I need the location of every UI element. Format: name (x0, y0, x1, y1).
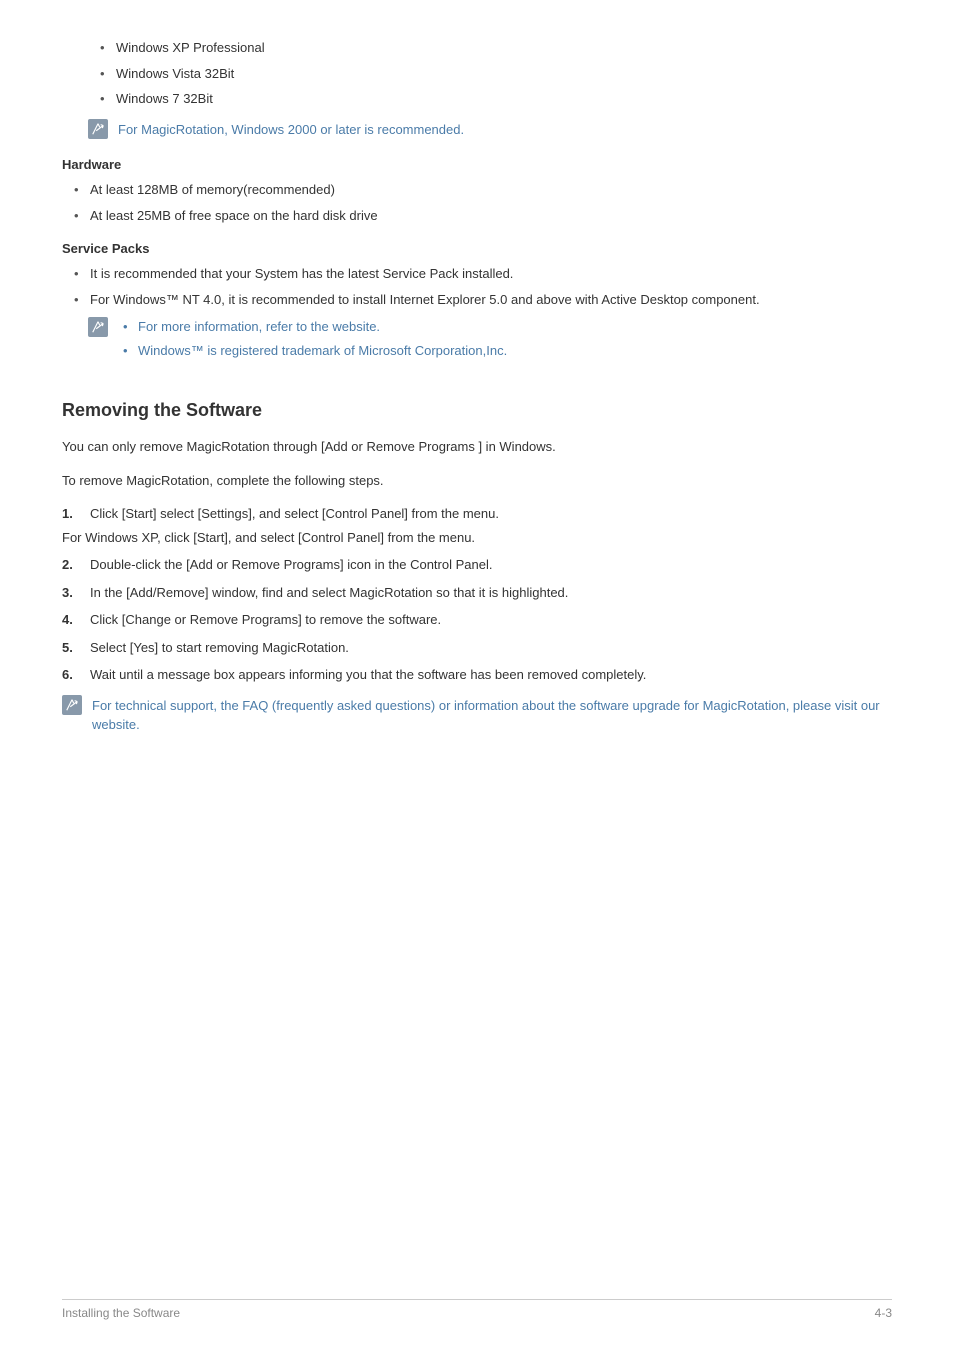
step-number: 1. (62, 504, 82, 524)
list-item: Windows 7 32Bit (62, 89, 892, 109)
step-item: 4. Click [Change or Remove Programs] to … (62, 610, 892, 630)
step-item: 3. In the [Add/Remove] window, find and … (62, 583, 892, 603)
step-text: Wait until a message box appears informi… (90, 667, 646, 682)
step-number: 4. (62, 610, 82, 630)
note-box: For MagicRotation, Windows 2000 or later… (88, 119, 892, 140)
step-number: 6. (62, 665, 82, 685)
removing-heading: Removing the Software (62, 400, 892, 421)
step-number: 5. (62, 638, 82, 658)
service-packs-list: It is recommended that your System has t… (62, 264, 892, 309)
step-item: 2. Double-click the [Add or Remove Progr… (62, 555, 892, 575)
step-text: Select [Yes] to start removing MagicRota… (90, 640, 349, 655)
note-icon (62, 695, 82, 715)
list-item: Windows™ is registered trademark of Micr… (118, 341, 507, 361)
note-bullet-list: For more information, refer to the websi… (118, 317, 507, 364)
footer-left: Installing the Software (62, 1306, 180, 1320)
note-text: For technical support, the FAQ (frequent… (92, 695, 892, 735)
step-text: Double-click the [Add or Remove Programs… (90, 557, 492, 572)
list-item: At least 25MB of free space on the hard … (62, 206, 892, 226)
hardware-heading: Hardware (62, 157, 892, 172)
body-text: You can only remove MagicRotation throug… (62, 437, 892, 457)
note-text: For MagicRotation, Windows 2000 or later… (118, 119, 464, 140)
step-text: Click [Start] select [Settings], and sel… (90, 506, 499, 521)
page-footer: Installing the Software 4-3 (62, 1299, 892, 1320)
step-subtext: For Windows XP, click [Start], and selec… (62, 528, 892, 548)
note-box: For more information, refer to the websi… (88, 317, 892, 364)
list-item: For more information, refer to the websi… (118, 317, 507, 337)
list-item: For Windows™ NT 4.0, it is recommended t… (62, 290, 892, 310)
list-item: At least 128MB of memory(recommended) (62, 180, 892, 200)
step-item: 6. Wait until a message box appears info… (62, 665, 892, 685)
list-item: It is recommended that your System has t… (62, 264, 892, 284)
step-number: 2. (62, 555, 82, 575)
step-item: 5. Select [Yes] to start removing MagicR… (62, 638, 892, 658)
os-list: Windows XP Professional Windows Vista 32… (62, 38, 892, 109)
step-number: 3. (62, 583, 82, 603)
list-item: Windows XP Professional (62, 38, 892, 58)
footer-right: 4-3 (875, 1306, 892, 1320)
note-icon (88, 119, 108, 139)
step-item: 1. Click [Start] select [Settings], and … (62, 504, 892, 524)
list-item: Windows Vista 32Bit (62, 64, 892, 84)
hardware-list: At least 128MB of memory(recommended) At… (62, 180, 892, 225)
step-text: In the [Add/Remove] window, find and sel… (90, 585, 568, 600)
service-packs-heading: Service Packs (62, 241, 892, 256)
step-text: Click [Change or Remove Programs] to rem… (90, 612, 441, 627)
note-icon (88, 317, 108, 337)
note-box: For technical support, the FAQ (frequent… (62, 695, 892, 735)
body-text: To remove MagicRotation, complete the fo… (62, 471, 892, 491)
